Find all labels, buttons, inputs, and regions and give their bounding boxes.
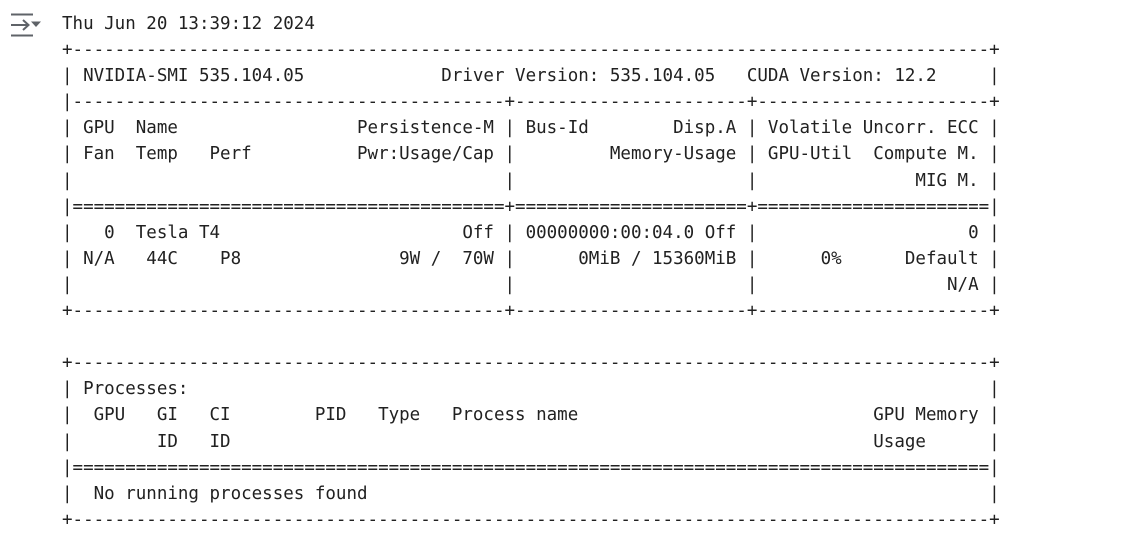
- collapse-output-button[interactable]: [10, 12, 44, 38]
- terminal-line: | | | MIG M. |: [62, 170, 1000, 191]
- terminal-line: | | | N/A |: [62, 274, 1000, 295]
- terminal-line: +---------------------------------------…: [62, 509, 1000, 530]
- terminal-line: Thu Jun 20 13:39:12 2024: [62, 14, 389, 34]
- terminal-line: | No running processes found |: [62, 483, 1000, 504]
- terminal-line: +---------------------------------------…: [62, 301, 1000, 322]
- terminal-line: |=======================================…: [62, 196, 1000, 217]
- terminal-line: | GPU Name Persistence-M | Bus-Id Disp.A…: [62, 118, 1000, 139]
- terminal-line: | 0 Tesla T4 Off | 00000000:00:04.0 Off …: [62, 222, 1000, 243]
- terminal-line: +---------------------------------------…: [62, 40, 1000, 61]
- terminal-line: |=======================================…: [62, 457, 1000, 478]
- terminal-line: | Processes: |: [62, 379, 1000, 400]
- terminal-line: | Fan Temp Perf Pwr:Usage/Cap | Memory-U…: [62, 144, 1000, 165]
- terminal-line: | ID ID Usage |: [62, 431, 1000, 452]
- collapse-output-icon: [10, 12, 44, 38]
- terminal-line: | N/A 44C P8 9W / 70W | 0MiB / 15360MiB …: [62, 248, 1000, 269]
- terminal-line: | NVIDIA-SMI 535.104.05 Driver Version: …: [62, 66, 1000, 87]
- terminal-line: |---------------------------------------…: [62, 92, 1000, 113]
- terminal-line: | GPU GI CI PID Type Process name GPU Me…: [62, 405, 1000, 426]
- nvidia-smi-output: Thu Jun 20 13:39:12 2024 +--------------…: [62, 11, 1000, 533]
- terminal-line: +---------------------------------------…: [62, 353, 1000, 374]
